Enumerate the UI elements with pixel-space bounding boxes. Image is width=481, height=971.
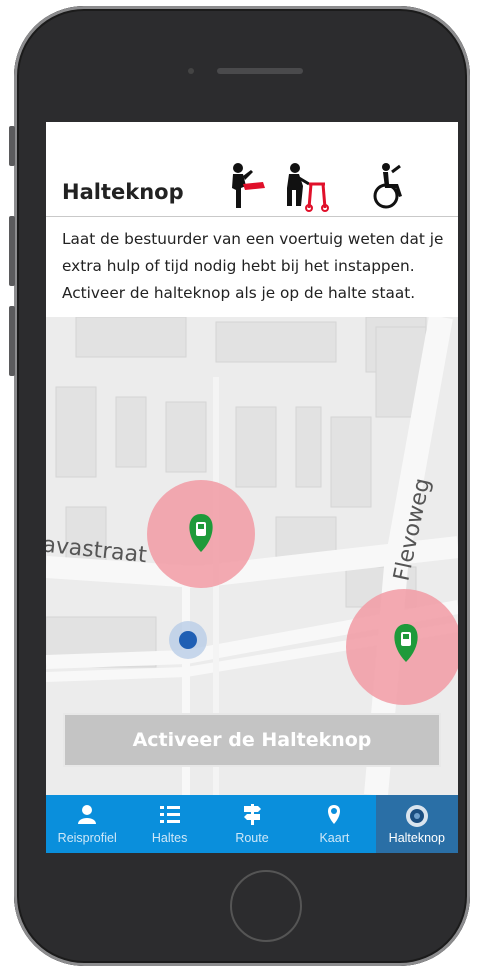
stop-button-icon xyxy=(405,805,428,827)
tab-kaart[interactable]: Kaart xyxy=(293,795,375,853)
front-camera xyxy=(188,68,194,74)
tab-label: Route xyxy=(235,831,269,845)
tab-haltes[interactable]: Haltes xyxy=(128,795,210,853)
list-icon xyxy=(159,806,180,823)
volume-up-button xyxy=(9,216,15,286)
volume-down-button xyxy=(9,306,15,376)
activate-halteknop-button[interactable]: Activeer de Halteknop xyxy=(63,713,441,767)
walker-person-icon xyxy=(287,163,329,212)
description-text: Laat de bestuurder van een voertuig wete… xyxy=(62,230,444,302)
kicking-person-icon xyxy=(232,163,265,208)
wheelchair-icon xyxy=(373,163,402,209)
bottom-tab-bar: Reisprofiel Haltes Route Kaart Halteknop xyxy=(46,795,458,853)
map-pin-icon xyxy=(328,805,341,824)
earpiece-speaker xyxy=(217,68,303,74)
tab-label: Kaart xyxy=(319,831,350,845)
tab-label: Reisprofiel xyxy=(57,831,117,845)
tab-route[interactable]: Route xyxy=(211,795,293,853)
mute-switch xyxy=(9,126,15,166)
signpost-icon xyxy=(244,804,262,825)
home-button[interactable] xyxy=(230,870,302,942)
app-screen: Halteknop Laat de bestuurder van een voe… xyxy=(46,122,458,853)
page-title: Halteknop xyxy=(62,180,184,204)
tab-reisprofiel[interactable]: Reisprofiel xyxy=(46,795,128,853)
person-icon xyxy=(78,805,97,824)
current-location-dot xyxy=(179,631,197,649)
tab-halteknop[interactable]: Halteknop xyxy=(375,795,458,853)
tab-label: Halteknop xyxy=(388,831,445,845)
tab-label: Haltes xyxy=(151,831,188,845)
header: Halteknop xyxy=(46,122,458,217)
